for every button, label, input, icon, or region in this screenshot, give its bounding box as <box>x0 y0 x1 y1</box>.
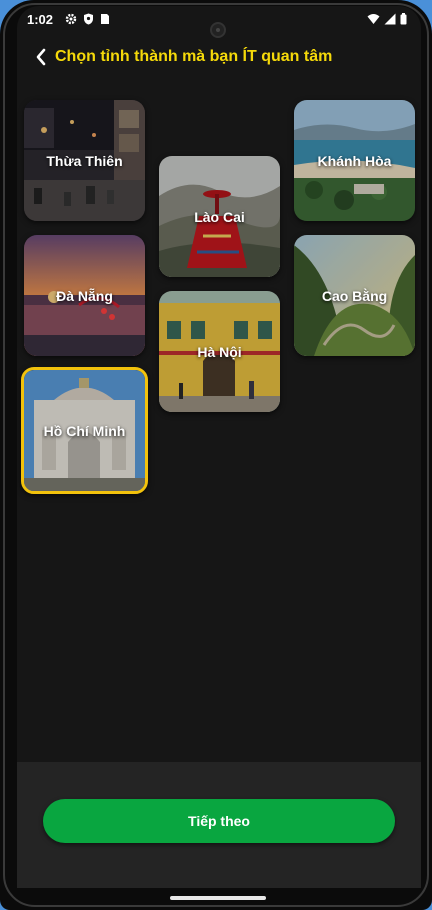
sim-card-icon <box>101 14 109 24</box>
province-label: Thừa Thiên <box>46 152 123 169</box>
chevron-left-icon <box>36 48 46 66</box>
next-button[interactable]: Tiếp theo <box>43 799 395 843</box>
province-card-ho-chi-minh[interactable]: Hồ Chí Minh <box>21 367 148 494</box>
home-indicator[interactable] <box>170 896 266 900</box>
back-button[interactable] <box>35 47 51 67</box>
province-label: Lào Cai <box>194 208 245 225</box>
province-card-cao-bang[interactable]: Cao Bằng <box>294 235 415 356</box>
battery-icon <box>400 13 407 25</box>
wifi-icon <box>367 14 380 24</box>
province-label: Hà Nội <box>197 343 242 360</box>
phone-frame: 1:02 Chọn tỉnh thành mà bạn ÍT quan tâm <box>0 0 432 910</box>
province-label: Đà Nẵng <box>56 287 113 304</box>
province-card-da-nang[interactable]: Đà Nẵng <box>24 235 145 356</box>
shield-icon <box>84 13 93 25</box>
province-label: Cao Bằng <box>321 287 388 304</box>
province-label: Khánh Hòa <box>317 152 392 169</box>
settings-gear-icon <box>65 13 77 25</box>
province-card-khanh-hoa[interactable]: Khánh Hòa <box>294 100 415 221</box>
province-card-ha-noi[interactable]: Hà Nội <box>159 291 280 412</box>
bottom-bar: Tiếp theo <box>17 762 421 888</box>
header: Chọn tỉnh thành mà bạn ÍT quan tâm <box>35 44 332 70</box>
province-card-thua-thien[interactable]: Thừa Thiên <box>24 100 145 221</box>
signal-icon <box>384 13 396 25</box>
front-camera <box>210 22 226 38</box>
status-time: 1:02 <box>27 12 54 27</box>
province-card-lao-cai[interactable]: Lào Cai <box>159 156 280 277</box>
page-title: Chọn tỉnh thành mà bạn ÍT quan tâm <box>55 48 333 65</box>
app-screen: 1:02 Chọn tỉnh thành mà bạn ÍT quan tâm <box>17 6 421 888</box>
province-label: Hồ Chí Minh <box>43 422 126 439</box>
